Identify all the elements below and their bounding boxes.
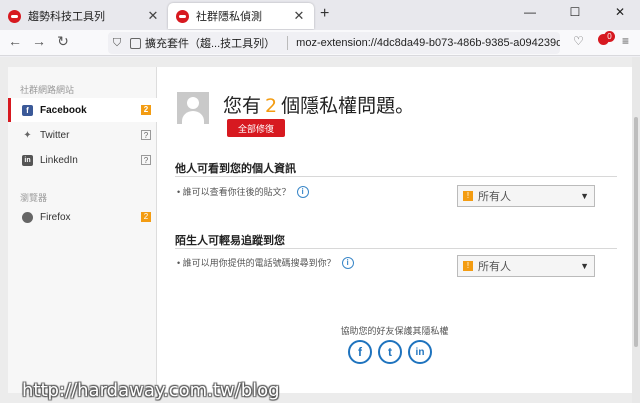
reload-icon[interactable]: ↻ [54, 33, 72, 50]
tab-label: 趨勢科技工具列 [28, 11, 105, 23]
facebook-share-button[interactable]: f [348, 340, 372, 364]
sidebar-item-twitter[interactable]: ✦ Twitter ? [8, 123, 157, 147]
linkedin-icon: in [415, 346, 425, 358]
question-text: 誰可以用你提供的電話號碼搜尋到你？ [182, 258, 336, 268]
extension-identity[interactable]: 擴充套件（趨...技工具列） [126, 35, 279, 51]
warning-icon: ! [463, 191, 473, 201]
section-title-social: 社群網路網站 [20, 85, 75, 95]
extension-name: 擴充套件（趨...技工具列） [145, 38, 276, 50]
pocket-icon[interactable]: ♡ [573, 34, 584, 48]
trend-micro-icon [176, 9, 189, 23]
notification-badge: 0 [604, 31, 615, 42]
url-text[interactable]: moz-extension://4dc8da49-b073-486b-9385-… [296, 37, 560, 49]
unknown-status-badge: ? [141, 155, 151, 165]
linkedin-share-button[interactable]: in [408, 340, 432, 364]
tab-label: 社群隱私偵測 [196, 11, 262, 23]
facebook-icon: f [358, 345, 362, 359]
lookup-select[interactable]: ! 所有人 ▼ [457, 255, 595, 277]
back-icon[interactable]: ← [6, 33, 24, 49]
navigation-bar: ← → ↻ ⛉ 擴充套件（趨...技工具列） moz-extension://4… [0, 30, 640, 56]
help-friends-text: 協助您的好友保護其隱私權 [340, 326, 449, 336]
issue-count: 2 [265, 95, 278, 117]
forward-icon[interactable]: → [30, 33, 48, 49]
privacy-question: • 誰可以用你提供的電話號碼搜尋到你？ i [177, 256, 354, 269]
divider [175, 248, 617, 249]
trend-extension-button[interactable]: 0 [598, 31, 615, 46]
sidebar-item-firefox[interactable]: Firefox 2 [8, 205, 157, 229]
headline-suffix: 個隱私權問題。 [281, 95, 415, 117]
close-icon[interactable]: ✕ [146, 8, 160, 24]
url-separator [287, 36, 289, 50]
headline-prefix: 您有 [223, 95, 262, 117]
sidebar-item-label: LinkedIn [40, 154, 78, 166]
visibility-select[interactable]: ! 所有人 ▼ [457, 185, 595, 207]
trend-micro-icon [8, 9, 21, 23]
tab-privacy-scanner[interactable]: 社群隱私偵測 ✕ [168, 3, 314, 29]
scrollbar[interactable] [632, 57, 640, 403]
page-title: 您有 2 個隱私權問題。 [223, 91, 414, 118]
linkedin-icon: in [22, 154, 33, 166]
twitter-icon: t [388, 345, 392, 359]
info-icon[interactable]: i [341, 256, 354, 269]
warning-count-badge: 2 [141, 212, 151, 222]
info-icon[interactable]: i [296, 185, 309, 198]
sidebar-item-linkedin[interactable]: in LinkedIn ? [8, 148, 157, 172]
select-value: 所有人 [478, 191, 511, 203]
warning-count-badge: 2 [141, 105, 151, 115]
scroll-thumb[interactable] [634, 117, 638, 347]
extension-page: 社群網路網站 f Facebook 2 ✦ Twitter ? in Linke… [0, 57, 640, 403]
unknown-status-badge: ? [141, 130, 151, 140]
extension-icon [130, 37, 141, 49]
section-title: 陌生人可輕易追蹤到您 [175, 235, 285, 247]
twitter-share-button[interactable]: t [378, 340, 402, 364]
menu-icon[interactable]: ≡ [622, 34, 629, 48]
sidebar-item-label: Twitter [40, 129, 70, 141]
tab-trend-toolbar[interactable]: 趨勢科技工具列 ✕ [0, 3, 168, 29]
chevron-down-icon: ▼ [580, 261, 589, 271]
shield-icon[interactable]: ⛉ [108, 37, 126, 50]
fix-all-button[interactable]: 全部修復 [227, 119, 285, 137]
warning-icon: ! [463, 261, 473, 271]
section-title-browser: 瀏覽器 [20, 193, 48, 203]
privacy-question: • 誰可以查看你往後的貼文？ i [177, 185, 309, 198]
close-window-button[interactable]: ✕ [600, 5, 640, 19]
select-value: 所有人 [478, 261, 511, 273]
tab-strip: 趨勢科技工具列 ✕ 社群隱私偵測 ✕ + — ☐ ✕ [0, 0, 640, 30]
section-title: 他人可看到您的個人資訊 [175, 163, 296, 175]
sidebar-item-label: Facebook [40, 104, 87, 116]
sidebar: 社群網路網站 f Facebook 2 ✦ Twitter ? in Linke… [8, 67, 157, 393]
sidebar-item-label: Firefox [40, 211, 71, 223]
firefox-icon [22, 211, 33, 223]
url-bar[interactable]: ⛉ 擴充套件（趨...技工具列） moz-extension://4dc8da4… [108, 32, 560, 54]
watermark: http://hardaway.com.tw/blog [22, 380, 280, 401]
avatar [177, 92, 209, 124]
question-text: 誰可以查看你往後的貼文？ [182, 187, 291, 197]
new-tab-button[interactable]: + [320, 5, 329, 23]
chevron-down-icon: ▼ [580, 191, 589, 201]
main-panel: 您有 2 個隱私權問題。 全部修復 他人可看到您的個人資訊 • 誰可以查看你往後的貼… [157, 67, 632, 393]
close-icon[interactable]: ✕ [292, 8, 306, 24]
sidebar-item-facebook[interactable]: f Facebook 2 [8, 98, 157, 122]
maximize-button[interactable]: ☐ [555, 5, 595, 19]
facebook-icon: f [22, 104, 33, 116]
divider [175, 176, 617, 177]
twitter-icon: ✦ [23, 129, 32, 141]
minimize-button[interactable]: — [510, 5, 550, 19]
